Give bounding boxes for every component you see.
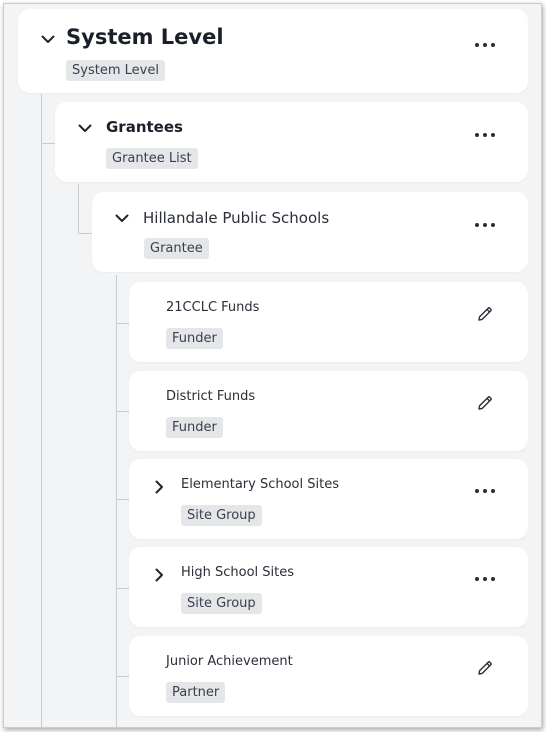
tree-connector-child-5 [116,676,130,677]
node-title: Grantees [106,118,183,136]
tree-connector-level3 [116,275,117,727]
chevron-down-icon[interactable] [114,210,130,226]
node-title: Hillandale Public Schools [143,209,330,227]
node-type-badge: Site Group [181,505,262,526]
more-icon[interactable] [475,130,495,140]
chevron-right-icon[interactable] [151,567,167,583]
node-title: District Funds [166,389,256,404]
chevron-right-icon[interactable] [151,479,167,495]
tree-connector-child-1 [116,323,130,324]
node-title: High School Sites [181,565,295,580]
node-type-badge: Funder [166,417,223,438]
tree-connector-child-3 [116,499,130,500]
tree-node-district-funds[interactable]: District Funds Funder [129,371,528,451]
node-title: Junior Achievement [166,654,293,669]
chevron-down-icon[interactable] [40,31,56,47]
tree-node-21cclc-funds[interactable]: 21CCLC Funds Funder [129,282,528,362]
tree-node-grantees[interactable]: Grantees Grantee List [55,102,528,182]
more-icon[interactable] [475,574,495,584]
pencil-icon[interactable] [476,659,494,677]
tree-connector-child-2 [116,411,130,412]
node-type-badge: Site Group [181,593,262,614]
tree-connector-level2 [78,184,79,234]
pencil-icon[interactable] [476,394,494,412]
node-type-badge: Funder [166,328,223,349]
tree-node-grantee[interactable]: Hillandale Public Schools Grantee [92,192,528,272]
tree-node-high-school-sites[interactable]: High School Sites Site Group [129,547,528,627]
org-tree-panel: System Level System Level Grantees Grant… [3,3,542,728]
tree-connector-grantees [41,143,55,144]
more-icon[interactable] [475,486,495,496]
tree-connector-level1 [41,94,42,727]
pencil-icon[interactable] [476,305,494,323]
tree-connector-grantee [78,233,92,234]
node-type-badge: Partner [166,682,226,703]
node-title: 21CCLC Funds [166,300,260,315]
node-title: System Level [66,25,224,49]
node-type-badge: System Level [66,60,165,81]
more-icon[interactable] [475,220,495,230]
tree-node-system-level[interactable]: System Level System Level [18,9,528,93]
tree-node-junior-achievement[interactable]: Junior Achievement Partner [129,636,528,716]
node-title: Elementary School Sites [181,477,339,492]
node-type-badge: Grantee List [106,148,198,169]
more-icon[interactable] [475,40,495,50]
node-type-badge: Grantee [144,238,209,259]
chevron-down-icon[interactable] [77,120,93,136]
tree-node-elementary-school-sites[interactable]: Elementary School Sites Site Group [129,459,528,539]
tree-connector-child-4 [116,588,130,589]
